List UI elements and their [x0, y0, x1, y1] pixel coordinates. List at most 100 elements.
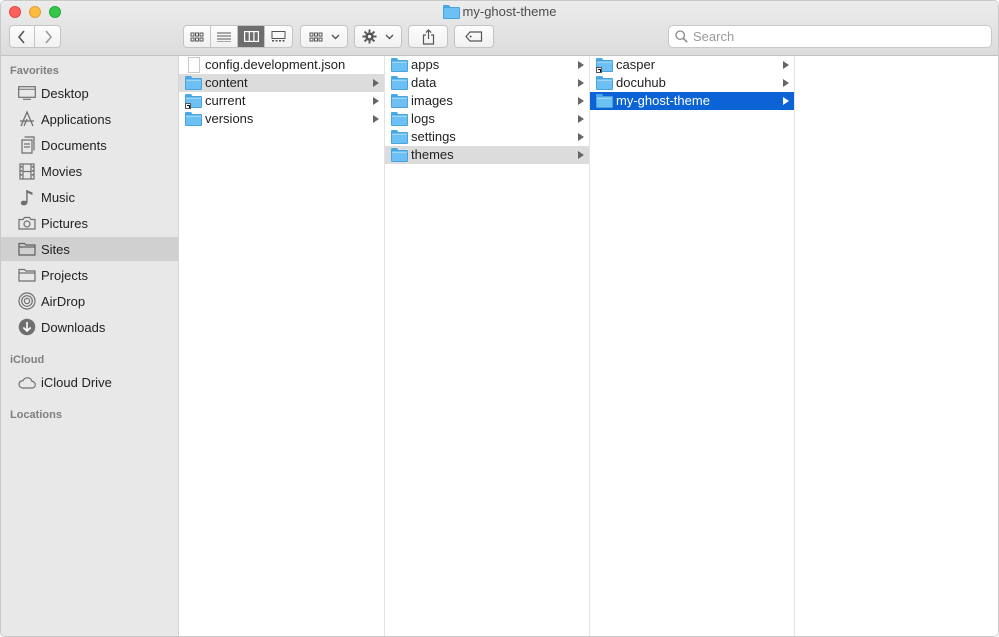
- sidebar-section-icloud: iCloud: [10, 354, 45, 366]
- gallery-view-icon: [271, 31, 286, 42]
- disclosure-arrow-icon: [783, 79, 789, 87]
- folder-icon: [185, 112, 202, 126]
- icon-view-button[interactable]: [184, 26, 211, 47]
- folder-icon: [18, 240, 36, 258]
- sidebar-item-label: Documents: [41, 137, 107, 153]
- sidebar-item-label: Sites: [41, 241, 70, 257]
- list-item-casper[interactable]: casper: [590, 56, 794, 74]
- sidebar-item-projects[interactable]: Projects: [1, 263, 178, 287]
- sidebar-item-label: Projects: [41, 267, 88, 283]
- list-item-images[interactable]: images: [385, 92, 589, 110]
- column-view-icon: [243, 31, 259, 42]
- navigation-buttons: [9, 25, 61, 48]
- gallery-view-button[interactable]: [265, 26, 292, 47]
- disclosure-arrow-icon: [578, 151, 584, 159]
- folder-icon: [442, 5, 460, 19]
- list-item-themes[interactable]: themes: [385, 146, 589, 164]
- sidebar-item-movies[interactable]: Movies: [1, 159, 178, 183]
- cloud-icon: [18, 373, 36, 391]
- sidebar-item-desktop[interactable]: Desktop: [1, 81, 178, 105]
- list-item-logs[interactable]: logs: [385, 110, 589, 128]
- disclosure-arrow-icon: [578, 115, 584, 123]
- folder-icon: [391, 58, 408, 72]
- list-item-docuhub[interactable]: docuhub: [590, 74, 794, 92]
- view-mode-selector: [183, 25, 293, 48]
- browser-column-2[interactable]: apps data images logs settings themes: [385, 56, 590, 636]
- share-icon: [422, 28, 434, 45]
- browser-column-1[interactable]: config.development.json content current …: [179, 56, 385, 636]
- column-view-button[interactable]: [238, 26, 265, 47]
- sidebar: Favorites Desktop Applications Documents…: [1, 56, 179, 636]
- folder-icon: [596, 94, 613, 108]
- disclosure-arrow-icon: [578, 133, 584, 141]
- search-input[interactable]: [693, 29, 973, 44]
- folder-icon: [391, 130, 408, 144]
- list-view-button[interactable]: [211, 26, 238, 47]
- disclosure-arrow-icon: [578, 79, 584, 87]
- disclosure-arrow-icon: [578, 97, 584, 105]
- sidebar-item-label: Downloads: [41, 319, 106, 335]
- downloads-icon: [18, 318, 36, 336]
- group-by-icon: [309, 32, 322, 41]
- chevron-down-icon: [331, 34, 339, 39]
- search-field[interactable]: [668, 25, 992, 48]
- folder-alias-icon: [596, 58, 613, 73]
- list-item-versions[interactable]: versions: [179, 110, 384, 128]
- window-title-text: my-ghost-theme: [462, 4, 557, 19]
- applications-icon: [18, 110, 36, 128]
- documents-icon: [18, 136, 36, 154]
- desktop-icon: [18, 84, 36, 102]
- sidebar-item-label: Movies: [41, 163, 83, 179]
- file-icon: [185, 57, 202, 73]
- folder-icon: [18, 266, 36, 284]
- browser-column-3[interactable]: casper docuhub my-ghost-theme: [590, 56, 795, 636]
- edit-tags-button[interactable]: [454, 25, 494, 48]
- sidebar-item-documents[interactable]: Documents: [1, 133, 178, 157]
- list-item-my-ghost-theme[interactable]: my-ghost-theme: [590, 92, 794, 110]
- list-item-settings[interactable]: settings: [385, 128, 589, 146]
- sidebar-item-pictures[interactable]: Pictures: [1, 211, 178, 235]
- window-title: my-ghost-theme: [1, 4, 998, 19]
- chevron-down-icon: [385, 34, 394, 39]
- disclosure-arrow-icon: [578, 61, 584, 69]
- list-item-apps[interactable]: apps: [385, 56, 589, 74]
- toolbar: my-ghost-theme: [1, 1, 998, 56]
- forward-button[interactable]: [35, 26, 60, 47]
- sidebar-section-locations: Locations: [10, 409, 62, 421]
- sidebar-item-applications[interactable]: Applications: [1, 107, 178, 131]
- group-by-button[interactable]: [300, 25, 348, 48]
- list-item-content[interactable]: content: [179, 74, 384, 92]
- sidebar-item-music[interactable]: Music: [1, 185, 178, 209]
- action-menu-button[interactable]: [354, 25, 402, 48]
- search-icon: [675, 30, 688, 43]
- folder-icon: [391, 94, 408, 108]
- sidebar-item-label: Music: [41, 189, 75, 205]
- sidebar-item-sites[interactable]: Sites: [1, 237, 178, 261]
- finder-window: my-ghost-theme Search Favorites Desktop …: [0, 0, 999, 637]
- sidebar-item-label: Desktop: [41, 85, 89, 101]
- disclosure-arrow-icon: [373, 79, 379, 87]
- icon-view-icon: [190, 32, 204, 41]
- disclosure-arrow-icon: [373, 115, 379, 123]
- disclosure-arrow-icon: [373, 97, 379, 105]
- folder-icon: [391, 112, 408, 126]
- sidebar-item-label: iCloud Drive: [41, 374, 112, 390]
- sidebar-item-downloads[interactable]: Downloads: [1, 315, 178, 339]
- sidebar-section-favorites: Favorites: [10, 65, 59, 77]
- chevron-right-icon: [44, 29, 52, 44]
- disclosure-arrow-icon: [783, 97, 789, 105]
- sidebar-item-icloud-drive[interactable]: iCloud Drive: [1, 370, 178, 394]
- folder-icon: [185, 76, 202, 90]
- list-item-data[interactable]: data: [385, 74, 589, 92]
- sidebar-item-airdrop[interactable]: AirDrop: [1, 289, 178, 313]
- sidebar-item-label: Applications: [41, 111, 112, 127]
- folder-icon: [391, 148, 408, 162]
- list-item-config-development-json[interactable]: config.development.json: [179, 56, 384, 74]
- back-button[interactable]: [10, 26, 35, 47]
- share-button[interactable]: [408, 25, 448, 48]
- airdrop-icon: [18, 292, 36, 310]
- list-item-current[interactable]: current: [179, 92, 384, 110]
- browser-column-4[interactable]: [795, 56, 998, 636]
- sidebar-item-label: Pictures: [41, 215, 88, 231]
- music-icon: [18, 188, 36, 206]
